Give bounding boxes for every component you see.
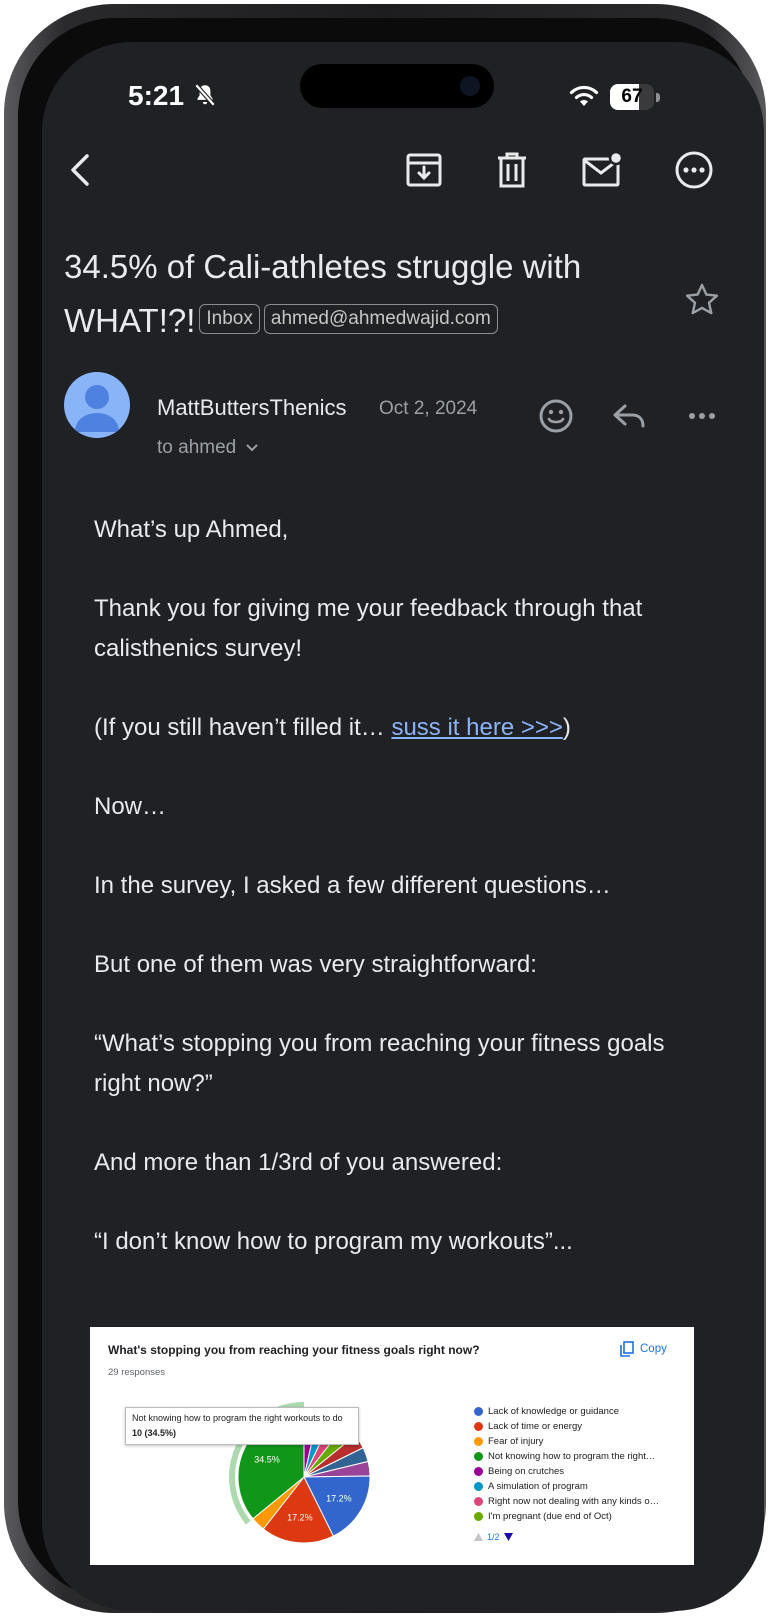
recipient-text: to ahmed: [157, 437, 237, 458]
recipient-toggle[interactable]: to ahmed: [157, 437, 259, 459]
legend-item[interactable]: Right now not dealing with any kinds o…: [474, 1494, 659, 1509]
phone-frame: 5:21 67 34.5% of Cali-athletes struggle …: [4, 4, 766, 1613]
react-button[interactable]: [530, 390, 582, 442]
body-paragraph-link: (If you still haven’t filled it… suss it…: [94, 708, 694, 748]
email-body: What’s up Ahmed, Thank you for giving me…: [94, 510, 694, 1301]
body-paragraph: But one of them was very straightforward…: [94, 951, 537, 978]
survey-chart-image[interactable]: What's stopping you from reaching your f…: [90, 1327, 694, 1565]
legend-swatch: [474, 1422, 483, 1431]
bell-slash-icon: [194, 83, 216, 107]
delete-button[interactable]: [486, 144, 538, 196]
message-more-button[interactable]: [676, 390, 728, 442]
body-text: ): [562, 714, 571, 741]
archive-icon: [406, 153, 442, 187]
sender-avatar[interactable]: [64, 372, 130, 438]
body-greeting: What’s up Ahmed,: [94, 516, 289, 543]
legend-item[interactable]: Fear of injury: [474, 1434, 659, 1449]
screen: 5:21 67 34.5% of Cali-athletes struggle …: [42, 42, 764, 1611]
archive-button[interactable]: [398, 144, 450, 196]
smiley-icon: [539, 399, 573, 433]
mail-unread-icon: [582, 151, 623, 187]
legend-swatch: [474, 1482, 483, 1491]
body-paragraph: In the survey, I asked a few different q…: [94, 872, 611, 899]
wifi-icon: [569, 85, 599, 106]
legend-item[interactable]: A simulation of program: [474, 1479, 659, 1494]
legend-swatch: [474, 1497, 483, 1506]
back-button[interactable]: [54, 144, 106, 196]
legend-item[interactable]: Lack of knowledge or guidance: [474, 1404, 659, 1419]
legend-label: Lack of time or energy: [488, 1421, 582, 1432]
legend-label: Being on crutches: [488, 1466, 565, 1477]
legend-swatch: [474, 1467, 483, 1476]
camera-icon: [460, 76, 480, 96]
pie-slice-label: 17.2%: [287, 1513, 313, 1523]
legend-item[interactable]: Not knowing how to program the right…: [474, 1449, 659, 1464]
legend-swatch: [474, 1407, 483, 1416]
legend-label: I'm pregnant (due end of Oct): [488, 1511, 612, 1522]
label-chip-inbox[interactable]: Inbox: [199, 304, 260, 335]
legend-swatch: [474, 1437, 483, 1446]
legend-item[interactable]: I'm pregnant (due end of Oct): [474, 1509, 659, 1524]
email-date: Oct 2, 2024: [379, 398, 478, 419]
body-paragraph: And more than 1/3rd of you answered:: [94, 1149, 503, 1176]
legend-item[interactable]: Being on crutches: [474, 1464, 659, 1479]
legend-label: Lack of knowledge or guidance: [488, 1406, 619, 1417]
legend-pager[interactable]: 1/2: [474, 1532, 513, 1542]
more-circle-icon: [675, 151, 713, 189]
body-text: (If you still haven’t filled it…: [94, 714, 392, 741]
pager-text: 1/2: [487, 1532, 500, 1542]
survey-link[interactable]: suss it here >>>: [391, 714, 562, 741]
page-down-icon[interactable]: [503, 1533, 513, 1541]
legend-swatch: [474, 1452, 483, 1461]
label-chip-account[interactable]: ahmed@ahmedwajid.com: [263, 304, 498, 335]
pie-slice-label: 17.2%: [326, 1493, 352, 1503]
tooltip-value: 10 (34.5%): [132, 1428, 177, 1438]
body-paragraph: “What’s stopping you from reaching your …: [94, 1030, 665, 1097]
sender-name: MattButtersThenics: [157, 395, 347, 420]
dynamic-island: [300, 64, 494, 108]
legend-label: Not knowing how to program the right…: [488, 1451, 656, 1462]
more-options-button[interactable]: [668, 144, 720, 196]
mark-unread-button[interactable]: [576, 144, 628, 196]
back-arrow-icon: [71, 154, 89, 186]
legend-label: Right now not dealing with any kinds o…: [488, 1496, 660, 1507]
chart-tooltip: Not knowing how to program the right wor…: [125, 1407, 359, 1445]
legend-item[interactable]: Lack of time or energy: [474, 1419, 659, 1434]
reply-button[interactable]: [604, 390, 656, 442]
legend-label: A simulation of program: [488, 1481, 588, 1492]
person-icon: [75, 385, 119, 432]
page-up-icon[interactable]: [474, 1533, 483, 1541]
more-horizontal-icon: [689, 413, 715, 419]
tooltip-text: Not knowing how to program the right wor…: [132, 1413, 343, 1423]
body-paragraph: Now…: [94, 793, 167, 820]
legend-label: Fear of injury: [488, 1436, 544, 1447]
body-paragraph: “I don’t know how to program my workouts…: [94, 1228, 573, 1255]
star-icon[interactable]: [684, 282, 720, 318]
phone-bezel: 5:21 67 34.5% of Cali-athletes struggle …: [18, 18, 764, 1611]
battery-level: 67: [621, 86, 643, 107]
trash-icon: [498, 152, 526, 188]
email-subject: 34.5% of Cali-athletes struggle with WHA…: [64, 240, 664, 348]
battery-icon: 67: [610, 84, 660, 110]
status-time: 5:21: [128, 80, 185, 111]
chevron-down-icon: [245, 444, 258, 452]
body-paragraph: Thank you for giving me your feedback th…: [94, 595, 643, 662]
reply-icon: [613, 404, 645, 428]
pie-slice-label: 34.5%: [254, 1454, 280, 1464]
legend-swatch: [474, 1512, 483, 1521]
chart-legend: Lack of knowledge or guidance Lack of tim…: [474, 1404, 659, 1524]
